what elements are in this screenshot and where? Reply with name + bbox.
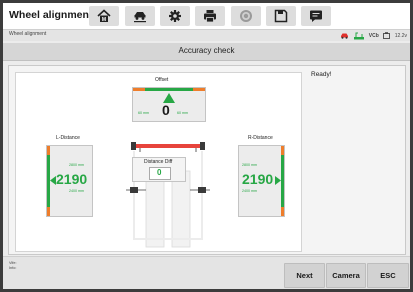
print-icon: [204, 10, 216, 23]
lift-button[interactable]: [125, 6, 155, 26]
home-button[interactable]: M: [89, 6, 119, 26]
car-lift-icon: [134, 12, 146, 23]
l-distance-label: L-Distance: [56, 135, 80, 141]
vci-label: VCb: [368, 32, 379, 39]
settings-button[interactable]: [160, 6, 190, 26]
camera-button[interactable]: Camera: [326, 263, 366, 288]
svg-text:M: M: [102, 17, 106, 23]
page-title: Accuracy check: [178, 46, 235, 55]
status-icons: VCb 12.2v: [340, 30, 407, 41]
offset-right-mm: 60 mm: [177, 111, 188, 115]
section-header: Accuracy check: [3, 43, 410, 61]
r-distance-value: 2190: [242, 171, 274, 187]
esc-button[interactable]: ESC: [367, 263, 409, 288]
r-distance-label: R-Distance: [248, 135, 273, 141]
battery-icon: [382, 32, 390, 39]
l-distance-value: 2190: [56, 171, 88, 187]
distance-diff-panel: Distance Diff 0: [132, 157, 186, 182]
car-status-icon: [340, 33, 348, 39]
r-lower-mm: 2400 mm: [242, 189, 257, 193]
offset-panel: 60 mm 0 60 mm: [132, 87, 206, 122]
main-content: Offset 60 mm 0 60 mm L-Distance 2800 mm: [8, 65, 406, 255]
home-icon: M: [97, 9, 111, 23]
record-button[interactable]: [231, 6, 261, 26]
distance-diff-field: 0: [149, 167, 171, 180]
top-bar: Wheel alignment M: [3, 3, 410, 30]
breadcrumb: Wheel alignment: [9, 31, 47, 37]
r-green-bar: [281, 155, 284, 207]
message-button[interactable]: [301, 6, 331, 26]
offset-green-bar: [145, 88, 193, 91]
save-button[interactable]: [266, 6, 296, 26]
r-distance-panel: 2800 mm 2190 2400 mm: [238, 145, 285, 217]
l-upper-mm: 2800 mm: [69, 163, 84, 167]
print-button[interactable]: [195, 6, 225, 26]
offset-label: Offset: [155, 77, 169, 83]
r-orange-bar-bottom: [281, 207, 284, 216]
distance-diff-label: Distance Diff: [144, 159, 173, 165]
status-message: Ready!: [311, 71, 332, 78]
r-orange-bar-top: [281, 146, 284, 155]
l-orange-bar-top: [47, 146, 50, 155]
app-title: Wheel alignment: [9, 9, 93, 21]
battery-voltage: 12.2v: [394, 32, 407, 39]
record-icon: [240, 10, 252, 22]
footer-line-1: Vife:: [9, 261, 17, 265]
next-button[interactable]: Next: [284, 263, 325, 288]
l-orange-bar-bottom: [47, 207, 50, 216]
l-lower-mm: 2400 mm: [69, 189, 84, 193]
offset-left-mm: 60 mm: [138, 111, 149, 115]
app-screen: Wheel alignment M Wheel alignment VCb 12…: [3, 3, 410, 289]
l-distance-panel: 2800 mm 2190 2400 mm: [46, 145, 93, 217]
r-upper-mm: 2800 mm: [242, 163, 257, 167]
vci-connection-icon: [353, 32, 364, 39]
distance-diff-value: 0: [157, 168, 162, 177]
footer-line-2: Info:: [9, 266, 17, 270]
r-arrow-right-icon: [275, 176, 281, 185]
save-icon: [274, 9, 288, 23]
alignment-diagram: Offset 60 mm 0 60 mm L-Distance 2800 mm: [15, 72, 302, 252]
status-bar: Wheel alignment VCb 12.2v: [3, 30, 410, 41]
gear-icon: [169, 10, 181, 22]
vehicle-lift-diagram: [126, 142, 210, 248]
message-icon: [310, 10, 322, 22]
offset-value: 0: [162, 102, 170, 118]
bottom-bar: Vife: Info: Next Camera ESC: [3, 256, 410, 289]
offset-orange-bar-right: [193, 88, 205, 91]
offset-orange-bar-left: [133, 88, 145, 91]
